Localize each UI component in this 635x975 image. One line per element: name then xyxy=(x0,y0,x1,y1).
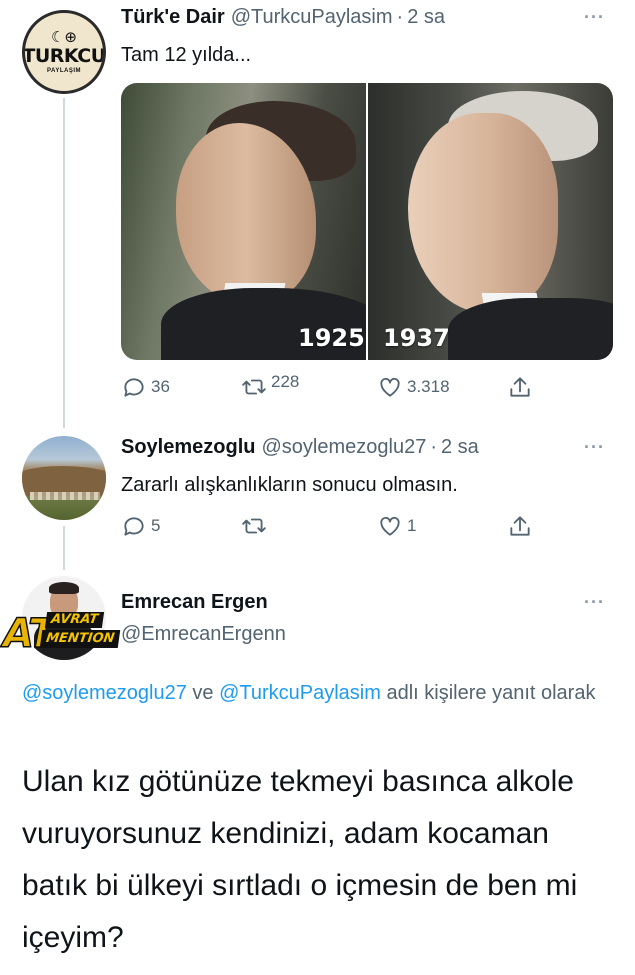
timestamp[interactable]: 2 sa xyxy=(407,6,445,29)
separator: · xyxy=(396,6,404,28)
tweet-header: Türk'e Dair @TurkcuPaylasim · 2 sa xyxy=(121,6,445,29)
reply-to-suffix: adlı kişilere yanıt olarak xyxy=(380,682,596,704)
sticker-avrat: AVRAT xyxy=(44,612,105,628)
retweet-button[interactable] xyxy=(241,513,271,539)
mention-link[interactable]: @soylemezoglu27 xyxy=(22,682,187,704)
more-options-icon[interactable]: ··· xyxy=(584,7,605,28)
like-button[interactable]: 1 xyxy=(377,513,416,539)
avatar-soylemezoglu[interactable] xyxy=(22,436,106,520)
reply-button[interactable]: 5 xyxy=(121,513,160,539)
photo-1925[interactable] xyxy=(121,83,366,360)
photo-face xyxy=(408,113,558,313)
timestamp[interactable]: 2 sa xyxy=(441,436,479,459)
logo-subtext: PAYLAŞIM xyxy=(46,68,81,75)
reply-icon xyxy=(124,517,144,536)
tweet-handle-row: @EmrecanErgenn xyxy=(121,623,286,646)
tweet-actions: 36 228 3.318 xyxy=(121,372,541,404)
year-label-right: 1937 xyxy=(383,324,450,352)
tweet-text: Ulan kız götünüze tekmeyi basınca alkole… xyxy=(22,765,578,954)
like-count: 1 xyxy=(407,516,417,535)
retweet-icon xyxy=(242,518,266,534)
tweet-header: Soylemezoglu @soylemezoglu27 · 2 sa xyxy=(121,436,479,459)
avatar-hair xyxy=(49,582,79,594)
reply-icon xyxy=(124,378,144,397)
replying-to: @soylemezoglu27 ve @TurkcuPaylasim adlı … xyxy=(22,678,622,708)
display-name[interactable]: Türk'e Dair xyxy=(121,6,225,29)
separator: · xyxy=(430,436,437,458)
year-label-left: 1925 xyxy=(298,324,365,352)
like-button[interactable]: 3.318 xyxy=(377,374,450,400)
more-options-icon[interactable]: ··· xyxy=(584,437,605,458)
retweet-count: 228 xyxy=(271,372,300,391)
more-options-icon[interactable]: ··· xyxy=(584,592,605,613)
retweet-button[interactable]: 228 xyxy=(241,372,300,400)
photo-suit xyxy=(448,298,613,360)
heart-icon xyxy=(380,377,400,397)
tweet-media[interactable]: 1925 1937 xyxy=(121,83,613,360)
share-icon xyxy=(510,377,530,397)
heart-icon xyxy=(380,516,400,536)
share-icon xyxy=(510,516,530,536)
logo-text: TURKCU xyxy=(25,45,103,67)
user-handle[interactable]: @soylemezoglu27 xyxy=(261,436,426,459)
retweet-icon xyxy=(242,379,266,395)
thread-line xyxy=(63,98,65,428)
mention-link[interactable]: @TurkcuPaylasim xyxy=(219,682,381,704)
reply-button[interactable]: 36 xyxy=(121,374,170,400)
like-count: 3.318 xyxy=(407,377,450,396)
avatar-turkcu[interactable]: ☾⊕ TURKCU PAYLAŞIM xyxy=(22,10,106,94)
thread-line xyxy=(63,526,65,570)
display-name[interactable]: Soylemezoglu xyxy=(121,436,255,459)
tweet-text: Tam 12 yılda... xyxy=(121,44,252,66)
logo-emblem: ☾⊕ xyxy=(50,27,77,46)
share-button[interactable] xyxy=(507,374,533,400)
user-handle[interactable]: @EmrecanErgenn xyxy=(121,623,286,646)
avrat-mention-sticker: AT AVRAT MENTION xyxy=(2,606,121,664)
tweet-actions: 5 1 xyxy=(121,513,541,543)
reply-to-and: ve xyxy=(186,682,220,704)
photo-1937[interactable] xyxy=(366,83,613,360)
reply-count: 36 xyxy=(151,377,170,396)
user-handle[interactable]: @TurkcuPaylasim xyxy=(231,6,393,29)
tweet-header: Emrecan Ergen xyxy=(121,591,268,614)
reply-count: 5 xyxy=(151,516,161,535)
avatar-town xyxy=(30,492,100,500)
share-button[interactable] xyxy=(507,513,533,539)
tweet-text: Zararlı alışkanlıkların sonucu olmasın. xyxy=(121,474,458,496)
display-name[interactable]: Emrecan Ergen xyxy=(121,591,268,614)
sticker-mention: MENTION xyxy=(39,630,121,648)
